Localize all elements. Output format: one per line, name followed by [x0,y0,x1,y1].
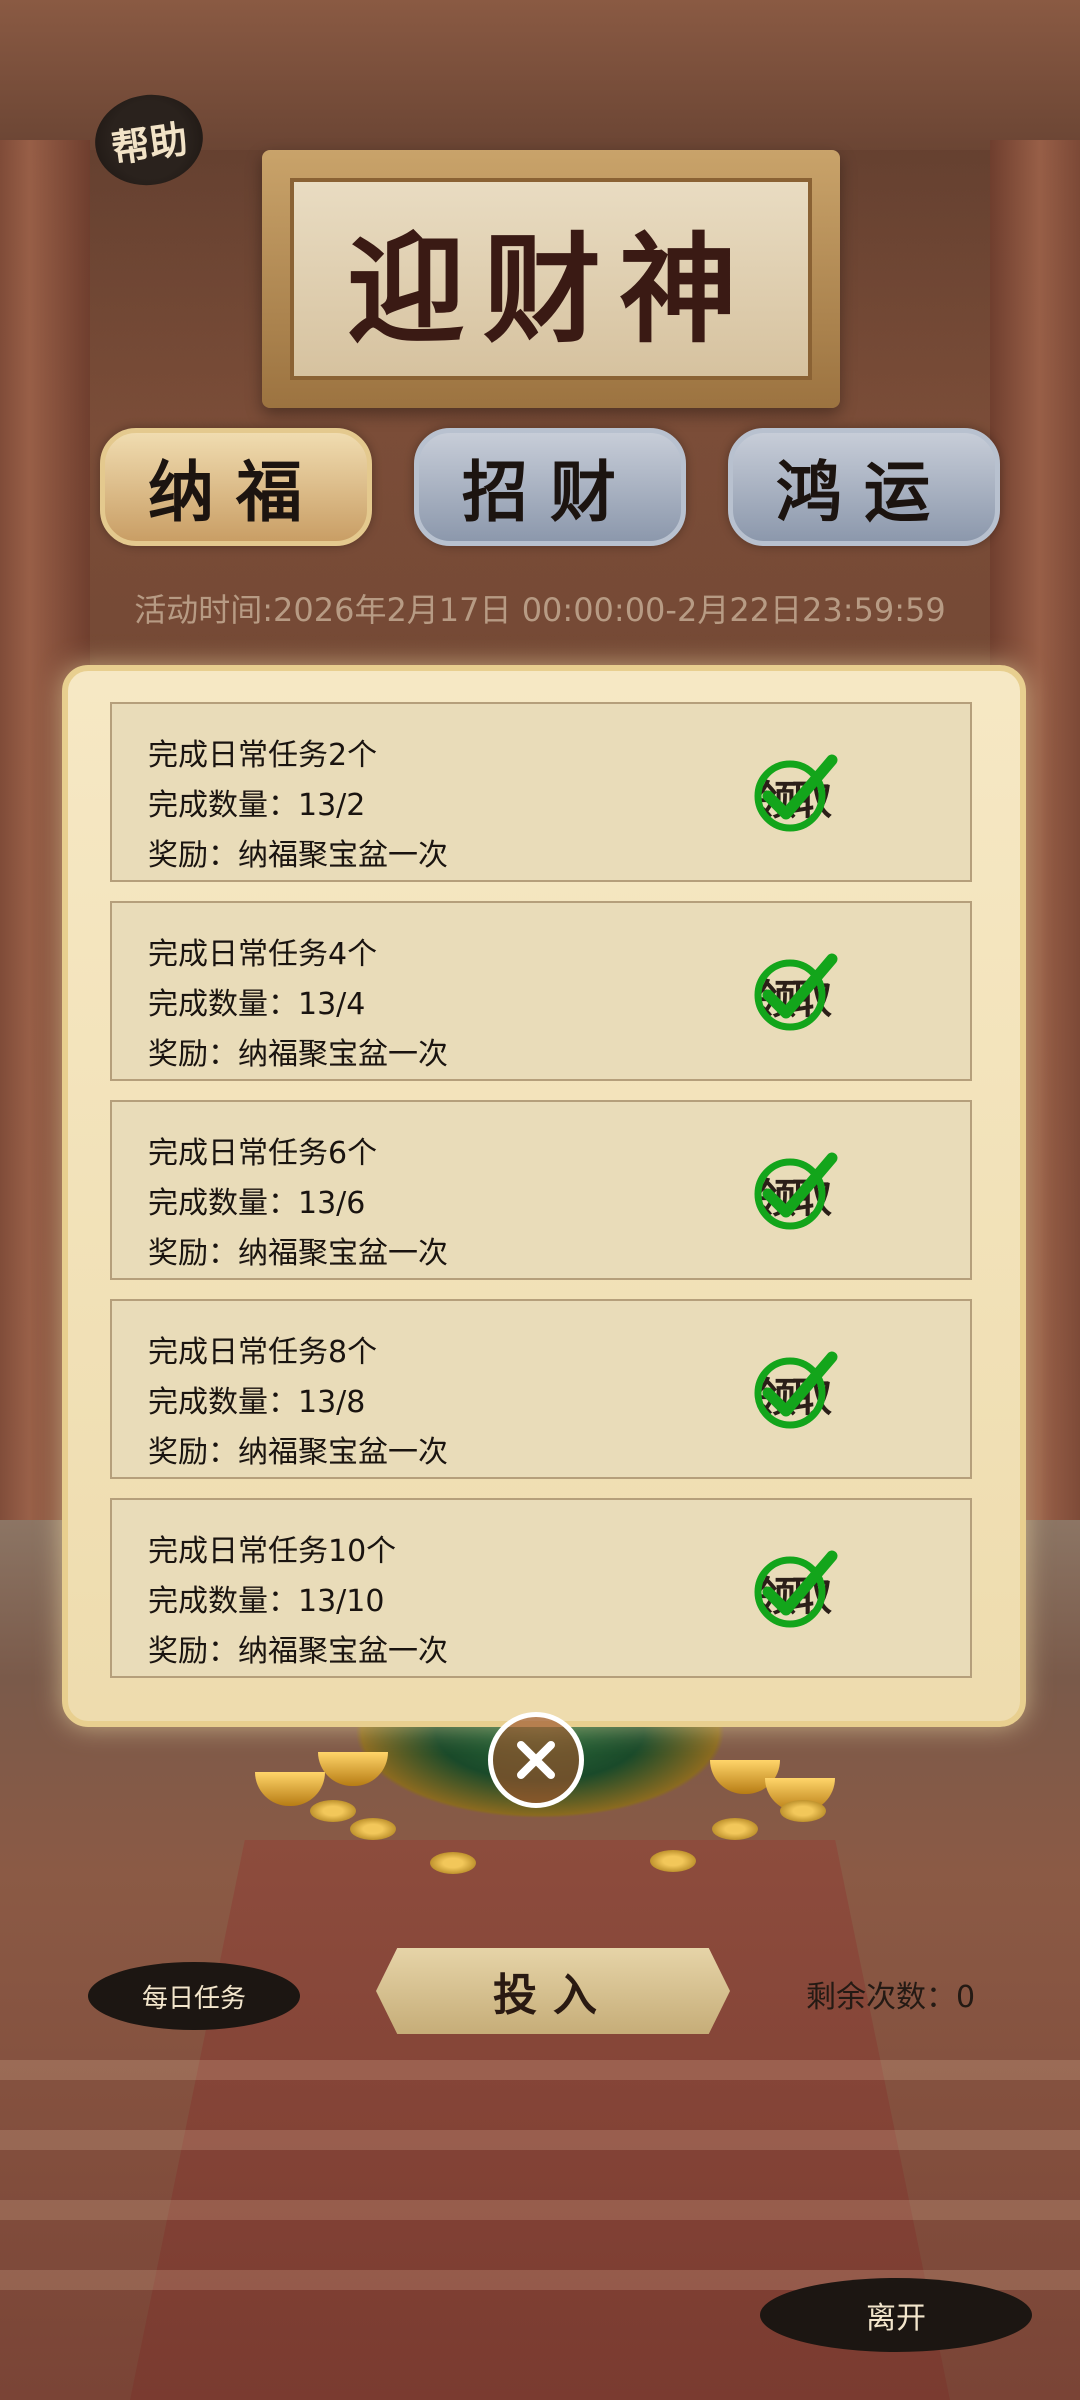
checkmark-icon [754,1550,838,1628]
gold-coin-icon [712,1818,758,1840]
stair-step [0,2200,1080,2220]
daily-task-button[interactable]: 每日任务 [88,1962,300,2030]
stair-step [0,2060,1080,2080]
claim-button[interactable]: 领取 [752,1548,844,1630]
task-progress: 完成数量：13/8 [148,1385,366,1420]
gold-coin-icon [310,1800,356,1822]
checkmark-icon [754,953,838,1031]
task-row: 完成日常任务10个 完成数量：13/10 奖励：纳福聚宝盆一次 领取 [110,1498,972,1678]
checkmark-icon [754,1351,838,1429]
close-button[interactable] [488,1712,584,1808]
gold-coin-icon [650,1850,696,1872]
stair-step [0,2130,1080,2150]
gold-coin-icon [780,1800,826,1822]
tab-zhaocai[interactable]: 招财 [414,428,686,546]
remaining-count: 剩余次数：0 [806,1980,976,2015]
gold-coin-icon [430,1852,476,1874]
task-row: 完成日常任务4个 完成数量：13/4 奖励：纳福聚宝盆一次 领取 [110,901,972,1081]
task-row: 完成日常任务8个 完成数量：13/8 奖励：纳福聚宝盆一次 领取 [110,1299,972,1479]
checkmark-icon [754,1152,838,1230]
task-reward: 奖励：纳福聚宝盆一次 [148,1435,448,1470]
task-reward: 奖励：纳福聚宝盆一次 [148,1236,448,1271]
task-reward: 奖励：纳福聚宝盆一次 [148,838,448,873]
task-title: 完成日常任务2个 [148,738,378,773]
task-row: 完成日常任务2个 完成数量：13/2 奖励：纳福聚宝盆一次 领取 [110,702,972,882]
activity-time: 活动时间:2026年2月17日 00:00:00-2月22日23:59:59 [134,591,946,629]
task-title: 完成日常任务8个 [148,1335,378,1370]
task-progress: 完成数量：13/2 [148,788,366,823]
claim-button[interactable]: 领取 [752,1150,844,1232]
leave-button[interactable]: 离开 [760,2278,1032,2352]
task-panel: 完成日常任务2个 完成数量：13/2 奖励：纳福聚宝盆一次 领取 完成日常任务4… [62,665,1026,1727]
tab-hongyun[interactable]: 鸿运 [728,428,1000,546]
claim-button[interactable]: 领取 [752,951,844,1033]
tab-nafu[interactable]: 纳福 [100,428,372,546]
checkmark-icon [754,754,838,832]
task-title: 完成日常任务10个 [148,1534,397,1569]
claim-button[interactable]: 领取 [752,1349,844,1431]
page-title: 迎财神 [290,178,812,380]
claim-button[interactable]: 领取 [752,752,844,834]
task-progress: 完成数量：13/6 [148,1186,366,1221]
task-progress: 完成数量：13/10 [148,1584,385,1619]
title-plaque: 迎财神 [262,150,840,408]
gold-coin-icon [350,1818,396,1840]
close-icon [517,1741,555,1779]
task-reward: 奖励：纳福聚宝盆一次 [148,1037,448,1072]
task-title: 完成日常任务6个 [148,1136,378,1171]
task-title: 完成日常任务4个 [148,937,378,972]
task-reward: 奖励：纳福聚宝盆一次 [148,1634,448,1669]
task-row: 完成日常任务6个 完成数量：13/6 奖励：纳福聚宝盆一次 领取 [110,1100,972,1280]
invest-button[interactable]: 投入 [376,1948,730,2034]
task-progress: 完成数量：13/4 [148,987,366,1022]
